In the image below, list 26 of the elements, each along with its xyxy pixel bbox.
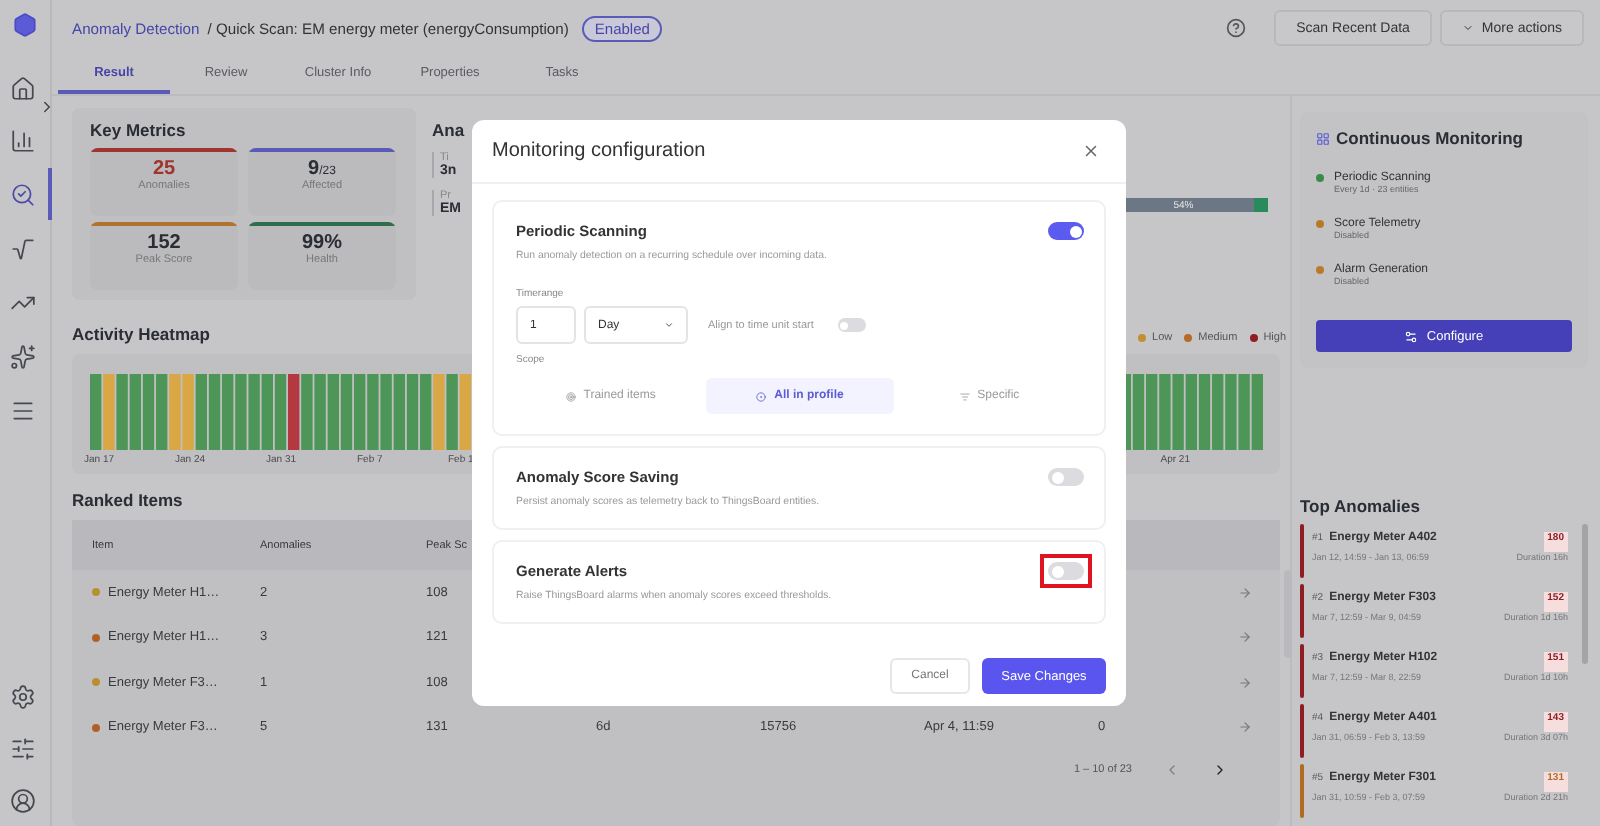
section-title: Top Anomalies — [1300, 496, 1420, 516]
section-title: Activity Heatmap — [72, 324, 210, 344]
expand-chevron-icon[interactable] — [38, 98, 56, 116]
list-icon — [959, 391, 970, 401]
metric-value: 25 — [152, 158, 176, 180]
section-title: Ana — [432, 120, 465, 140]
toggle-switch[interactable] — [837, 318, 866, 332]
grid-icon — [1316, 131, 1330, 145]
section-title: Key Metrics — [90, 120, 188, 140]
next-page-button[interactable] — [1212, 762, 1228, 778]
help-icon[interactable] — [1226, 18, 1247, 38]
target-icon — [565, 391, 576, 401]
caret-icon — [664, 320, 674, 330]
section-title: Continuous Monitoring — [1336, 128, 1523, 148]
toggle-switch[interactable] — [1048, 222, 1084, 240]
circle-icon — [756, 391, 767, 401]
logo-icon — [12, 12, 38, 38]
section-title: Ranked Items — [72, 490, 183, 510]
toggle-switch[interactable] — [1048, 562, 1084, 580]
dialog-title: Monitoring configuration — [492, 140, 706, 162]
metric-value: 152 — [147, 232, 181, 254]
close-icon[interactable] — [1082, 142, 1100, 160]
caret-icon — [1461, 22, 1474, 34]
metric-value: 99% — [301, 232, 342, 254]
scrollbar[interactable] — [1582, 524, 1588, 664]
toggle-switch[interactable] — [1048, 468, 1084, 486]
